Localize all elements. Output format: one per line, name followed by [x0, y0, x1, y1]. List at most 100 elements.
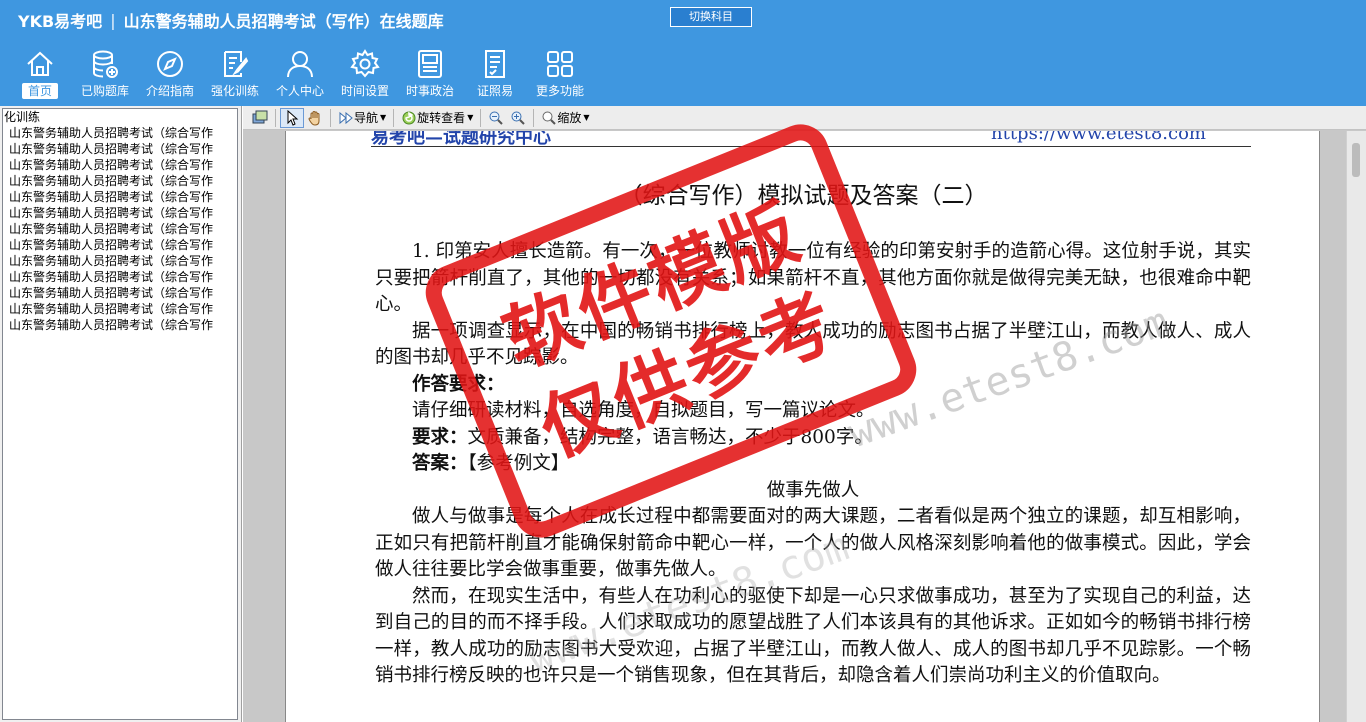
vertical-scrollbar[interactable] [1346, 131, 1366, 722]
answer-text: 【参考例文】 [467, 453, 570, 474]
save-snapshot-button[interactable] [249, 108, 271, 128]
header-bar: YKB易考吧 | 山东警务辅助人员招聘考试（写作）在线题库 切换科目 首页 已购… [0, 0, 1366, 106]
nav-current-affairs[interactable]: 时事政治 [398, 48, 462, 104]
select-tool-button[interactable] [280, 107, 304, 128]
edit-icon [224, 51, 249, 77]
zoom-in-icon [511, 111, 526, 125]
rotate-view-menu[interactable]: 旋转查看 ▼ [398, 108, 476, 128]
requirement: 要求：文质兼备，结构完整，语言畅达，不少于800字。 [375, 425, 1251, 452]
database-icon [93, 50, 118, 78]
toolbar-divider [533, 108, 535, 127]
tree-root[interactable]: 化训练 [3, 109, 237, 125]
document-page: 易考吧—试题研究中心 https://www.etest8.com （综合写作）… [285, 131, 1320, 722]
nav-training[interactable]: 强化训练 [203, 48, 267, 104]
nav-label: 更多功能 [535, 84, 584, 98]
brand-logo: YKB易考吧 [18, 12, 103, 31]
requirement: 作答要求： [375, 372, 1251, 399]
toolbar-divider [330, 108, 331, 127]
magnifier-icon [542, 111, 557, 125]
toolbar-divider [275, 108, 276, 127]
cursor-icon [287, 109, 299, 126]
scrollbar-thumb[interactable] [1352, 143, 1360, 177]
nav-label: 已购题库 [80, 84, 129, 98]
page-header-left: 易考吧—试题研究中心 [371, 131, 551, 147]
chevron-down-icon: ▼ [380, 113, 387, 122]
page-header-right: https://www.etest8.com [991, 131, 1206, 144]
navigation-menu[interactable]: 导航 ▼ [335, 108, 389, 128]
requirement-label: 作答要求： [412, 373, 505, 395]
hand-tool-button[interactable] [304, 108, 326, 128]
essay-title: 做事先做人 [766, 479, 860, 501]
paragraph: 据一项调查显示，在中国的畅销书排行榜上，教人成功的励志图书占据了半壁江山，而教人… [375, 320, 1251, 369]
paragraph: 然而，在现实生活中，有些人在功利心的驱使下却是一心只求做事成功，甚至为了实现自己… [375, 585, 1251, 687]
nav-label: 时事政治 [405, 84, 454, 98]
grid-icon [547, 51, 573, 77]
tree-item[interactable]: 山东警务辅助人员招聘考试（综合写作 [3, 269, 237, 285]
nav-home[interactable]: 首页 [8, 48, 72, 104]
zoom-label: 缩放 [557, 111, 582, 125]
navigation-icon [339, 111, 353, 124]
document-body: 1. 印第安人擅长造箭。有一次，一位教师讨教一位有经验的印第安射手的造箭心得。这… [375, 239, 1251, 690]
tree-item[interactable]: 山东警务辅助人员招聘考试（综合写作 [3, 125, 237, 141]
zoom-in-button[interactable] [507, 108, 529, 128]
user-icon [287, 51, 313, 78]
toolbar-divider [393, 108, 395, 127]
exam-title: 山东警务辅助人员招聘考试（写作）在线题库 [123, 12, 444, 31]
chevron-down-icon: ▼ [583, 113, 590, 122]
hand-icon [308, 110, 320, 126]
nav-label: 介绍指南 [145, 84, 194, 98]
tree-item[interactable]: 山东警务辅助人员招聘考试（综合写作 [3, 173, 237, 189]
home-icon [27, 51, 53, 76]
tree-item[interactable]: 山东警务辅助人员招聘考试（综合写作 [3, 221, 237, 237]
title-separator: | [110, 10, 116, 30]
paragraph: 请仔细研读材料，自选角度，自拟题目，写一篇议论文。 [412, 400, 875, 421]
requirement-text: 文质兼备，结构完整，语言畅达，不少于800字。 [467, 426, 873, 448]
newspaper-icon [418, 50, 442, 78]
rotate-label: 旋转查看 [417, 111, 466, 125]
paragraph: 1. 印第安人擅长造箭。有一次，一位教师讨教一位有经验的印第安射手的造箭心得。这… [375, 241, 1251, 315]
nav-purchased-banks[interactable]: 已购题库 [73, 48, 137, 104]
tree-item[interactable]: 山东警务辅助人员招聘考试（综合写作 [3, 189, 237, 205]
nav-certificate[interactable]: 证照易 [463, 48, 527, 104]
answer-label: 答案： [412, 453, 468, 474]
paragraph: 做人与做事是每个人在成长过程中都需要面对的两大课题，二者看似是两个独立的课题，却… [375, 506, 1251, 580]
document-viewer: 导航 ▼ 旋转查看 ▼ 缩放 ▼ 易考吧—试题研究中心 https://www.… [243, 106, 1366, 722]
nav-time-settings[interactable]: 时间设置 [333, 48, 397, 104]
requirement-label: 要求： [412, 426, 468, 448]
tree-item[interactable]: 山东警务辅助人员招聘考试（综合写作 [3, 157, 237, 173]
chevron-down-icon: ▼ [467, 113, 474, 122]
app-window: YKB易考吧 | 山东警务辅助人员招聘考试（写作）在线题库 切换科目 首页 已购… [0, 0, 1366, 722]
page-header: 易考吧—试题研究中心 https://www.etest8.com [371, 131, 1251, 147]
nav-more[interactable]: 更多功能 [528, 48, 592, 104]
tree-item[interactable]: 山东警务辅助人员招聘考试（综合写作 [3, 237, 237, 253]
exam-tree[interactable]: 化训练 山东警务辅助人员招聘考试（综合写作 山东警务辅助人员招聘考试（综合写作 … [2, 108, 238, 720]
tree-item[interactable]: 山东警务辅助人员招聘考试（综合写作 [3, 285, 237, 301]
nav-label: 时间设置 [340, 84, 389, 98]
sidebar: 化训练 山东警务辅助人员招聘考试（综合写作 山东警务辅助人员招聘考试（综合写作 … [0, 106, 242, 722]
tree-item[interactable]: 山东警务辅助人员招聘考试（综合写作 [3, 253, 237, 269]
nav-guide[interactable]: 介绍指南 [138, 48, 202, 104]
snapshot-icon [252, 110, 268, 123]
toolbar-divider [480, 108, 482, 127]
tree-item[interactable]: 山东警务辅助人员招聘考试（综合写作 [3, 317, 237, 333]
app-title: YKB易考吧 | 山东警务辅助人员招聘考试（写作）在线题库 [18, 8, 444, 32]
switch-subject-button[interactable]: 切换科目 [670, 7, 752, 27]
nav-label: 证照易 [476, 84, 513, 98]
zoom-out-button[interactable] [485, 108, 507, 128]
zoom-menu[interactable]: 缩放 ▼ [538, 108, 592, 128]
zoom-out-icon [489, 111, 504, 125]
nav-profile[interactable]: 个人中心 [268, 48, 332, 104]
tree-item[interactable]: 山东警务辅助人员招聘考试（综合写作 [3, 205, 237, 221]
nav-label: 个人中心 [275, 84, 324, 98]
main-nav: 首页 已购题库 介绍指南 强化训练 个人中心 时间设置 时事政治 证照易 更多功… [8, 48, 593, 104]
nav-label: 强化训练 [210, 84, 259, 98]
answer: 答案：【参考例文】 [375, 451, 1251, 478]
checklist-icon [485, 50, 505, 78]
compass-icon [157, 51, 183, 77]
document-scroll-area[interactable]: 易考吧—试题研究中心 https://www.etest8.com （综合写作）… [243, 131, 1366, 722]
tree-item[interactable]: 山东警务辅助人员招聘考试（综合写作 [3, 141, 237, 157]
tree-item[interactable]: 山东警务辅助人员招聘考试（综合写作 [3, 301, 237, 317]
nav-label: 首页 [21, 83, 58, 99]
gear-icon [350, 49, 380, 78]
viewer-toolbar: 导航 ▼ 旋转查看 ▼ 缩放 ▼ [243, 106, 1366, 130]
